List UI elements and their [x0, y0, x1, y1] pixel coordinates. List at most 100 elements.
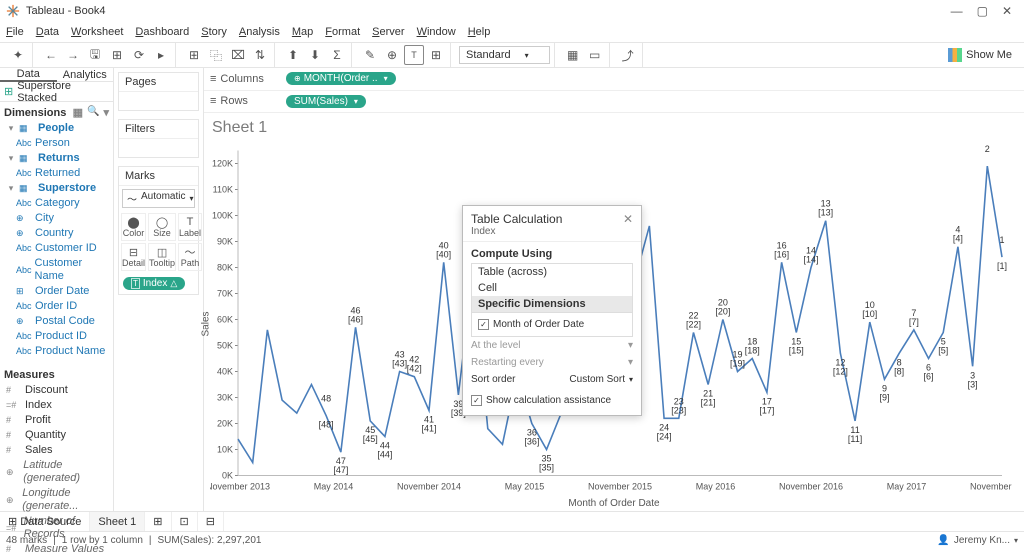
sheet-title[interactable]: Sheet 1	[204, 113, 1024, 137]
columns-shelf[interactable]: ⊕MONTH(Order ..	[280, 70, 1024, 87]
field-people[interactable]: ▾▦People	[0, 121, 113, 136]
menu-window[interactable]: Window	[417, 26, 456, 38]
menu-data[interactable]: Data	[36, 26, 59, 38]
sheet-tab[interactable]: Sheet 1	[90, 512, 145, 531]
connection-item[interactable]: ⊞ Superstore Stacked	[0, 82, 113, 102]
new-data-button[interactable]: ⊞	[107, 45, 127, 65]
menu-story[interactable]: Story	[201, 26, 227, 38]
field-index[interactable]: =#Index	[0, 398, 113, 413]
totals-button[interactable]: Σ	[327, 45, 347, 65]
new-dashboard-button[interactable]: ⊡	[172, 512, 198, 531]
marks-detail[interactable]: ⊟Detail	[121, 243, 146, 271]
datasource-tab[interactable]: ⊞Data Source	[0, 512, 90, 531]
new-sheet-button[interactable]: ⊞	[184, 45, 204, 65]
menu-map[interactable]: Map	[292, 26, 313, 38]
menu-format[interactable]: Format	[325, 26, 360, 38]
auto-update-button[interactable]: ⟳	[129, 45, 149, 65]
y-axis-title: Sales	[201, 311, 212, 336]
view-data-icon[interactable]: ▦	[73, 106, 83, 119]
field-customer-id[interactable]: AbcCustomer ID	[0, 241, 113, 256]
field-returns[interactable]: ▾▦Returns	[0, 151, 113, 166]
show-me-button[interactable]: Show Me	[948, 48, 1020, 62]
rows-label: Rows	[220, 95, 248, 107]
menu-help[interactable]: Help	[468, 26, 491, 38]
field-quantity[interactable]: #Quantity	[0, 428, 113, 443]
sort-desc-button[interactable]: ⬇	[305, 45, 325, 65]
field-product-name[interactable]: AbcProduct Name	[0, 344, 113, 359]
svg-text:[9]: [9]	[879, 392, 889, 402]
marks-type-dropdown[interactable]: 〜Automatic▾	[122, 189, 195, 208]
field-discount[interactable]: #Discount	[0, 383, 113, 398]
columns-pill[interactable]: ⊕MONTH(Order ..	[286, 72, 396, 85]
labels-button[interactable]: T	[404, 45, 424, 65]
rows-pill[interactable]: SUM(Sales)	[286, 95, 366, 108]
marks-path[interactable]: 〜Path	[178, 243, 202, 271]
sort-asc-button[interactable]: ⬆	[283, 45, 303, 65]
marks-color[interactable]: ⬤Color	[121, 213, 146, 241]
compute-option-2[interactable]: Specific Dimensions	[472, 296, 632, 312]
swap-button[interactable]: ⇅	[250, 45, 270, 65]
menu-icon[interactable]: ▾	[103, 106, 109, 119]
presentation-button[interactable]: ▭	[585, 45, 605, 65]
share-button[interactable]: ⤴	[618, 45, 638, 65]
field-person[interactable]: AbcPerson	[0, 136, 113, 151]
field-order-id[interactable]: AbcOrder ID	[0, 299, 113, 314]
tableau-icon[interactable]: ✦	[8, 45, 28, 65]
rows-shelf[interactable]: SUM(Sales)	[280, 93, 1024, 110]
field-category[interactable]: AbcCategory	[0, 196, 113, 211]
fit-dropdown[interactable]: Standard ▾	[459, 46, 550, 64]
highlight-button[interactable]: ✎	[360, 45, 380, 65]
dialog-close-button[interactable]: ✕	[623, 212, 633, 226]
field-longitude-generate-[interactable]: ⊕Longitude (generate...	[0, 486, 113, 514]
dimension-checkbox-row[interactable]: ✓ Month of Order Date	[478, 316, 626, 333]
field-superstore[interactable]: ▾▦Superstore	[0, 181, 113, 196]
minimize-button[interactable]: —	[951, 4, 963, 18]
svg-text:[45]: [45]	[363, 434, 378, 444]
compute-option-1[interactable]: Cell	[472, 280, 632, 296]
field-returned[interactable]: AbcReturned	[0, 166, 113, 181]
field-product-id[interactable]: AbcProduct ID	[0, 329, 113, 344]
field-latitude-generated-[interactable]: ⊕Latitude (generated)	[0, 458, 113, 486]
pages-shelf[interactable]	[119, 92, 198, 110]
field-country[interactable]: ⊕Country	[0, 226, 113, 241]
field-profit[interactable]: #Profit	[0, 413, 113, 428]
fix-axes-button[interactable]: ⊞	[426, 45, 446, 65]
filters-shelf[interactable]	[119, 139, 198, 157]
menu-worksheet[interactable]: Worksheet	[71, 26, 123, 38]
duplicate-button[interactable]: ⿻	[206, 45, 226, 65]
compute-option-0[interactable]: Table (across)	[472, 264, 632, 280]
field-region[interactable]: AbcRegion	[0, 359, 113, 361]
run-button[interactable]: ▸	[151, 45, 171, 65]
group-button[interactable]: ⊕	[382, 45, 402, 65]
compute-using-label: Compute Using	[471, 248, 633, 260]
menu-dashboard[interactable]: Dashboard	[135, 26, 189, 38]
show-assistance-checkbox[interactable]: ✓ Show calculation assistance	[471, 392, 633, 409]
field-order-date[interactable]: ⊞Order Date	[0, 284, 113, 299]
menu-server[interactable]: Server	[372, 26, 404, 38]
sort-order-row[interactable]: Sort order Custom Sort ▾	[471, 371, 633, 388]
status-user[interactable]: Jeremy Kn...	[954, 535, 1010, 546]
field-customer-name[interactable]: AbcCustomer Name	[0, 256, 113, 284]
back-button[interactable]: ←	[41, 45, 61, 65]
field-city[interactable]: ⊕City	[0, 211, 113, 226]
save-button[interactable]: 🖫	[85, 45, 105, 65]
forward-button[interactable]: →	[63, 45, 83, 65]
new-worksheet-button[interactable]: ⊞	[145, 512, 171, 531]
marks-tooltip[interactable]: ◫Tooltip	[148, 243, 176, 271]
marks-label-pill[interactable]: T Index △	[123, 277, 185, 290]
menu-file[interactable]: File	[6, 26, 24, 38]
menu-analysis[interactable]: Analysis	[239, 26, 280, 38]
field-postal-code[interactable]: ⊕Postal Code	[0, 314, 113, 329]
new-story-button[interactable]: ⊟	[198, 512, 224, 531]
close-button[interactable]: ✕	[1002, 4, 1012, 18]
field-sales[interactable]: #Sales	[0, 443, 113, 458]
show-cards-button[interactable]: ▦	[563, 45, 583, 65]
svg-text:[47]: [47]	[333, 465, 348, 475]
clear-button[interactable]: ⌧	[228, 45, 248, 65]
user-icon: 👤	[937, 535, 949, 546]
marks-label[interactable]: TLabel	[178, 213, 202, 241]
search-icon[interactable]: 🔍	[87, 106, 99, 119]
svg-text:[8]: [8]	[894, 366, 904, 376]
marks-size[interactable]: ◯Size	[148, 213, 176, 241]
maximize-button[interactable]: ▢	[977, 4, 988, 18]
